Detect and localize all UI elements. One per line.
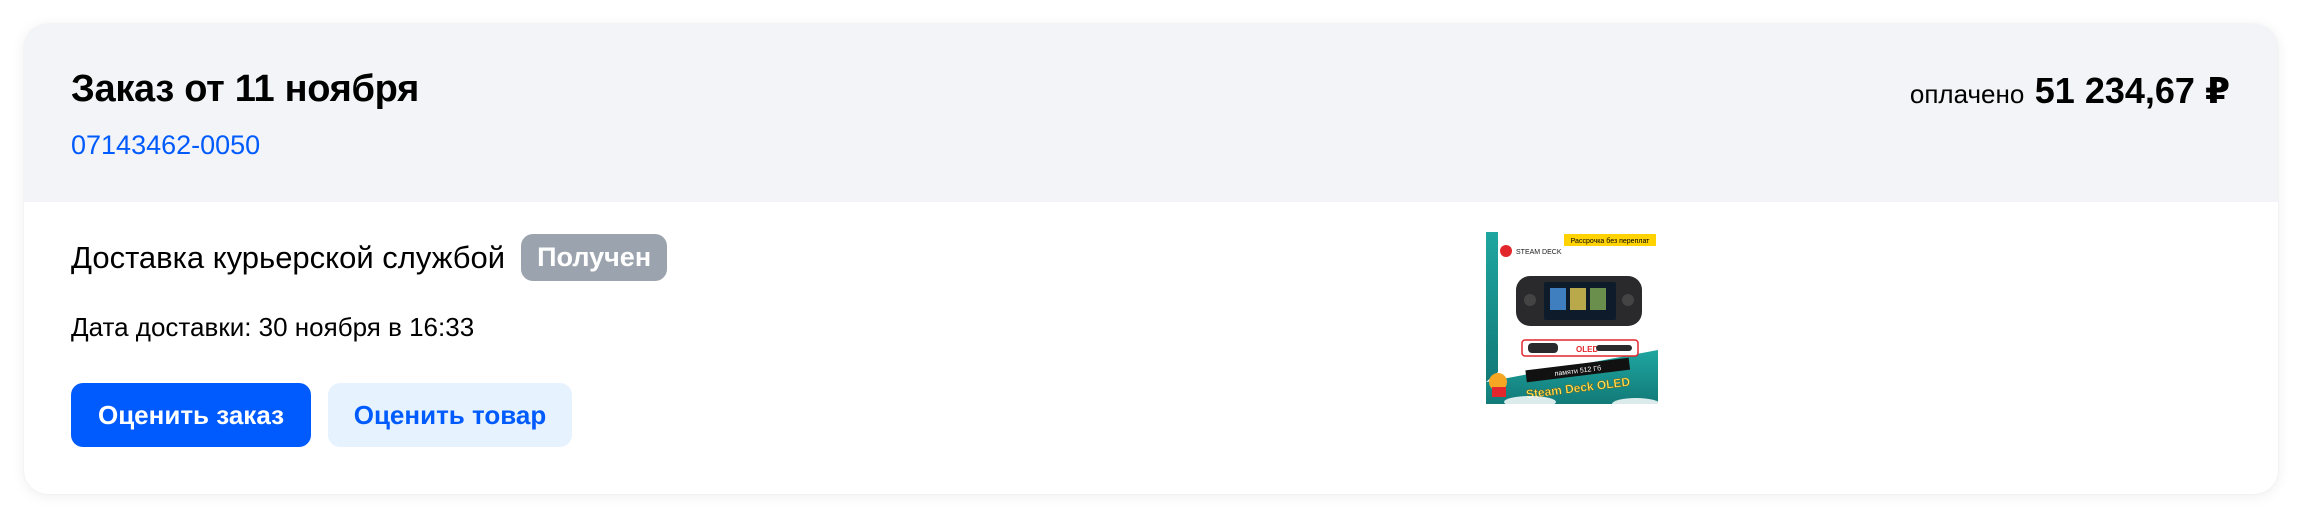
action-buttons: Оценить заказ Оценить товар (71, 383, 572, 447)
right-stick-icon (1622, 294, 1634, 306)
order-number-link[interactable]: 07143462-0050 (71, 130, 260, 161)
rate-product-button[interactable]: Оценить товар (328, 383, 572, 447)
status-badge: Получен (521, 234, 668, 281)
paid-label: оплачено (1909, 79, 2025, 109)
promo-text: Рассрочка без переплат (1571, 237, 1651, 245)
paid-amount: 51 234,67 ₽ (2034, 70, 2230, 111)
delivery-line: Доставка курьерской службой Получен (71, 234, 668, 281)
screen-tile-c (1590, 288, 1606, 310)
order-card: Заказ от 11 ноября 07143462-0050 оплачен… (24, 24, 2278, 494)
oled-label: OLED (1576, 345, 1598, 354)
screen-tile-a (1550, 288, 1566, 310)
product-thumbnail[interactable]: Рассрочка без переплат STEAM DECK OLED п… (1486, 232, 1658, 404)
delivery-method: Доставка курьерской службой (71, 239, 506, 275)
device-edge-view (1596, 345, 1632, 351)
gift-box-icon (1492, 387, 1506, 397)
delivery-date: Дата доставки: 30 ноября в 16:33 (71, 312, 475, 342)
order-title: Заказ от 11 ноября (71, 68, 419, 110)
rate-order-button[interactable]: Оценить заказ (71, 383, 311, 447)
left-stick-icon (1524, 294, 1536, 306)
brand-text: STEAM DECK (1516, 249, 1562, 256)
steam-logo-icon (1500, 245, 1512, 257)
teal-stripe-left (1486, 232, 1498, 382)
order-header: Заказ от 11 ноября 07143462-0050 оплачен… (24, 24, 2278, 202)
payment-summary: оплачено 51 234,67 ₽ (1910, 70, 2230, 112)
device-side-view (1528, 343, 1558, 353)
screen-tile-b (1570, 288, 1586, 310)
